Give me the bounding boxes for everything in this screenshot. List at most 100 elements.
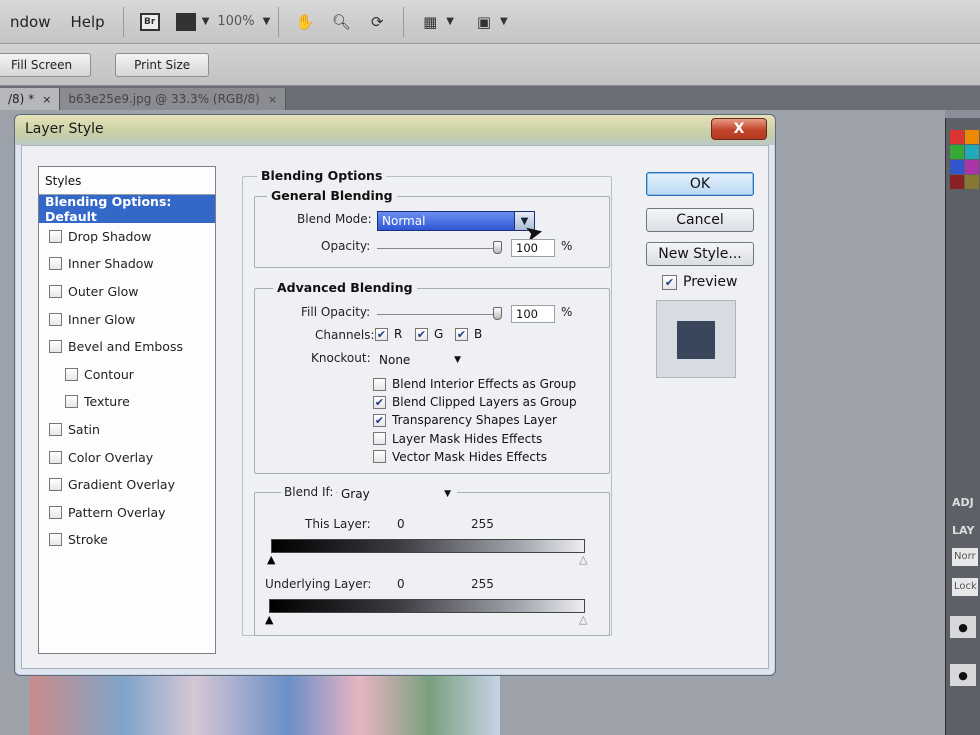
opacity-slider-knob[interactable]	[493, 241, 502, 254]
swatch[interactable]	[965, 160, 979, 174]
opacity-slider-track[interactable]	[377, 248, 501, 249]
option-blend-clipped-layers-as-group[interactable]: ✔ Blend Clipped Layers as Group	[373, 393, 577, 411]
checkbox-icon[interactable]	[49, 312, 62, 326]
this-layer-black-slider[interactable]: ▲	[267, 553, 275, 566]
fill-opacity-slider-track[interactable]	[377, 314, 501, 315]
option-label: Vector Mask Hides Effects	[392, 449, 547, 464]
tab-adjustments[interactable]: ADJ	[952, 496, 974, 509]
opacity-input[interactable]: 100	[511, 239, 555, 257]
this-layer-label: This Layer:	[305, 517, 371, 531]
style-item-inner-glow[interactable]: Inner Glow	[39, 305, 215, 333]
eye-icon[interactable]: ●	[950, 616, 976, 638]
blend-if-select[interactable]: Gray ▼	[337, 484, 457, 504]
swatch[interactable]	[965, 145, 979, 159]
close-icon[interactable]: ×	[268, 93, 277, 106]
checkbox-icon[interactable]	[49, 478, 62, 492]
style-item-contour[interactable]: Contour	[39, 361, 215, 389]
document-tab-active[interactable]: /8) * ×	[0, 88, 61, 110]
hand-tool-icon[interactable]: ✋	[293, 11, 317, 33]
dialog-body: Styles Blending Options: Default Drop Sha…	[21, 145, 769, 669]
fill-opacity-unit: %	[561, 305, 573, 319]
style-item-satin[interactable]: Satin	[39, 416, 215, 444]
option-label: Blend Interior Effects as Group	[392, 377, 577, 392]
style-item-drop-shadow[interactable]: Drop Shadow	[39, 223, 215, 251]
checkbox-icon[interactable]	[49, 285, 62, 299]
fill-opacity-slider-knob[interactable]	[493, 307, 502, 320]
style-item-pattern-overlay[interactable]: Pattern Overlay	[39, 499, 215, 527]
fill-opacity-input[interactable]: 100	[511, 305, 555, 323]
checkbox-icon[interactable]	[49, 229, 62, 243]
right-panel: ADJ LAY Norr Lock ● ●	[945, 118, 980, 735]
checkbox-icon[interactable]	[49, 450, 62, 464]
style-item-color-overlay[interactable]: Color Overlay	[39, 443, 215, 471]
option-transparency-shapes-layer[interactable]: ✔ Transparency Shapes Layer	[373, 411, 577, 429]
style-item-blending-options-default[interactable]: Blending Options: Default	[39, 194, 215, 224]
style-item-inner-shadow[interactable]: Inner Shadow	[39, 250, 215, 278]
zoom-level[interactable]: 100%	[217, 14, 254, 29]
swatch[interactable]	[950, 145, 964, 159]
option-layer-mask-hides-effects[interactable]: Layer Mask Hides Effects	[373, 430, 577, 448]
checkbox-icon[interactable]	[49, 340, 62, 354]
dialog-titlebar[interactable]: Layer Style X	[15, 115, 775, 145]
style-item-stroke[interactable]: Stroke	[39, 526, 215, 554]
chevron-down-icon[interactable]: ▼	[446, 16, 454, 27]
cancel-button[interactable]: Cancel	[646, 208, 754, 232]
chevron-down-icon: ▼	[444, 489, 451, 499]
swatch[interactable]	[965, 175, 979, 189]
ok-button[interactable]: OK	[646, 172, 754, 196]
print-size-button[interactable]: Print Size	[115, 52, 210, 77]
view-extras-icon[interactable]	[174, 11, 198, 33]
this-layer-white-slider[interactable]: △	[579, 553, 587, 566]
layer-lock-field[interactable]: Lock	[952, 578, 978, 596]
preview-checkbox[interactable]: ✔ Preview	[662, 274, 738, 290]
channel-g-checkbox[interactable]: ✔ G	[415, 327, 443, 341]
option-blend-interior-effects-as-group[interactable]: Blend Interior Effects as Group	[373, 375, 577, 393]
preview-label: Preview	[683, 274, 738, 290]
chevron-down-icon[interactable]: ▼	[202, 16, 210, 27]
underlying-layer-black-slider[interactable]: ▲	[265, 613, 273, 626]
chevron-down-icon[interactable]: ▼	[263, 16, 271, 27]
general-blending-group: General Blending Blend Mode: Normal ▼ ➤ …	[254, 188, 610, 268]
swatch[interactable]	[950, 160, 964, 174]
style-item-outer-glow[interactable]: Outer Glow	[39, 278, 215, 306]
checkbox-icon[interactable]	[49, 505, 62, 519]
swatches-panel	[950, 130, 979, 189]
style-item-label: Contour	[84, 366, 134, 382]
style-item-texture[interactable]: Texture	[39, 388, 215, 416]
blend-mode-select[interactable]: Normal ▼	[377, 211, 535, 231]
knockout-select[interactable]: None ▼	[375, 350, 467, 370]
bridge-icon[interactable]: Br	[138, 11, 162, 33]
underlying-layer-white-slider[interactable]: △	[579, 613, 587, 626]
checkbox-icon[interactable]	[65, 395, 78, 409]
close-icon[interactable]: ×	[42, 93, 51, 106]
new-style-button[interactable]: New Style...	[646, 242, 754, 266]
arrange-documents-icon[interactable]: ▦	[418, 11, 442, 33]
channel-r-checkbox[interactable]: ✔ R	[375, 327, 402, 341]
swatch[interactable]	[950, 130, 964, 144]
general-blending-title: General Blending	[267, 188, 397, 203]
checkbox-checked-icon: ✔	[415, 327, 428, 341]
swatch[interactable]	[965, 130, 979, 144]
checkbox-icon[interactable]	[49, 533, 62, 547]
checkbox-icon[interactable]	[49, 423, 62, 437]
rotate-view-icon[interactable]: ⟳	[365, 11, 389, 33]
channel-b-checkbox[interactable]: ✔ B	[455, 327, 482, 341]
zoom-tool-icon[interactable]: 🔍︎	[329, 11, 353, 33]
styles-header[interactable]: Styles	[39, 167, 215, 195]
style-item-gradient-overlay[interactable]: Gradient Overlay	[39, 471, 215, 499]
eye-icon[interactable]: ●	[950, 664, 976, 686]
swatch[interactable]	[950, 175, 964, 189]
menu-help[interactable]: Help	[60, 13, 114, 31]
checkbox-icon[interactable]	[65, 367, 78, 381]
style-item-bevel-and-emboss[interactable]: Bevel and Emboss	[39, 333, 215, 361]
fill-screen-button[interactable]: Fill Screen	[0, 52, 92, 77]
close-button[interactable]: X	[711, 118, 767, 140]
screen-mode-icon[interactable]: ▣	[472, 11, 496, 33]
chevron-down-icon[interactable]: ▼	[500, 16, 508, 27]
checkbox-icon[interactable]	[49, 257, 62, 271]
tab-layers[interactable]: LAY	[952, 524, 974, 537]
layer-blend-mode-field[interactable]: Norr	[952, 548, 978, 566]
menu-window[interactable]: ndow	[0, 13, 60, 31]
option-vector-mask-hides-effects[interactable]: Vector Mask Hides Effects	[373, 448, 577, 466]
document-tab[interactable]: b63e25e9.jpg @ 33.3% (RGB/8) ×	[60, 88, 287, 110]
